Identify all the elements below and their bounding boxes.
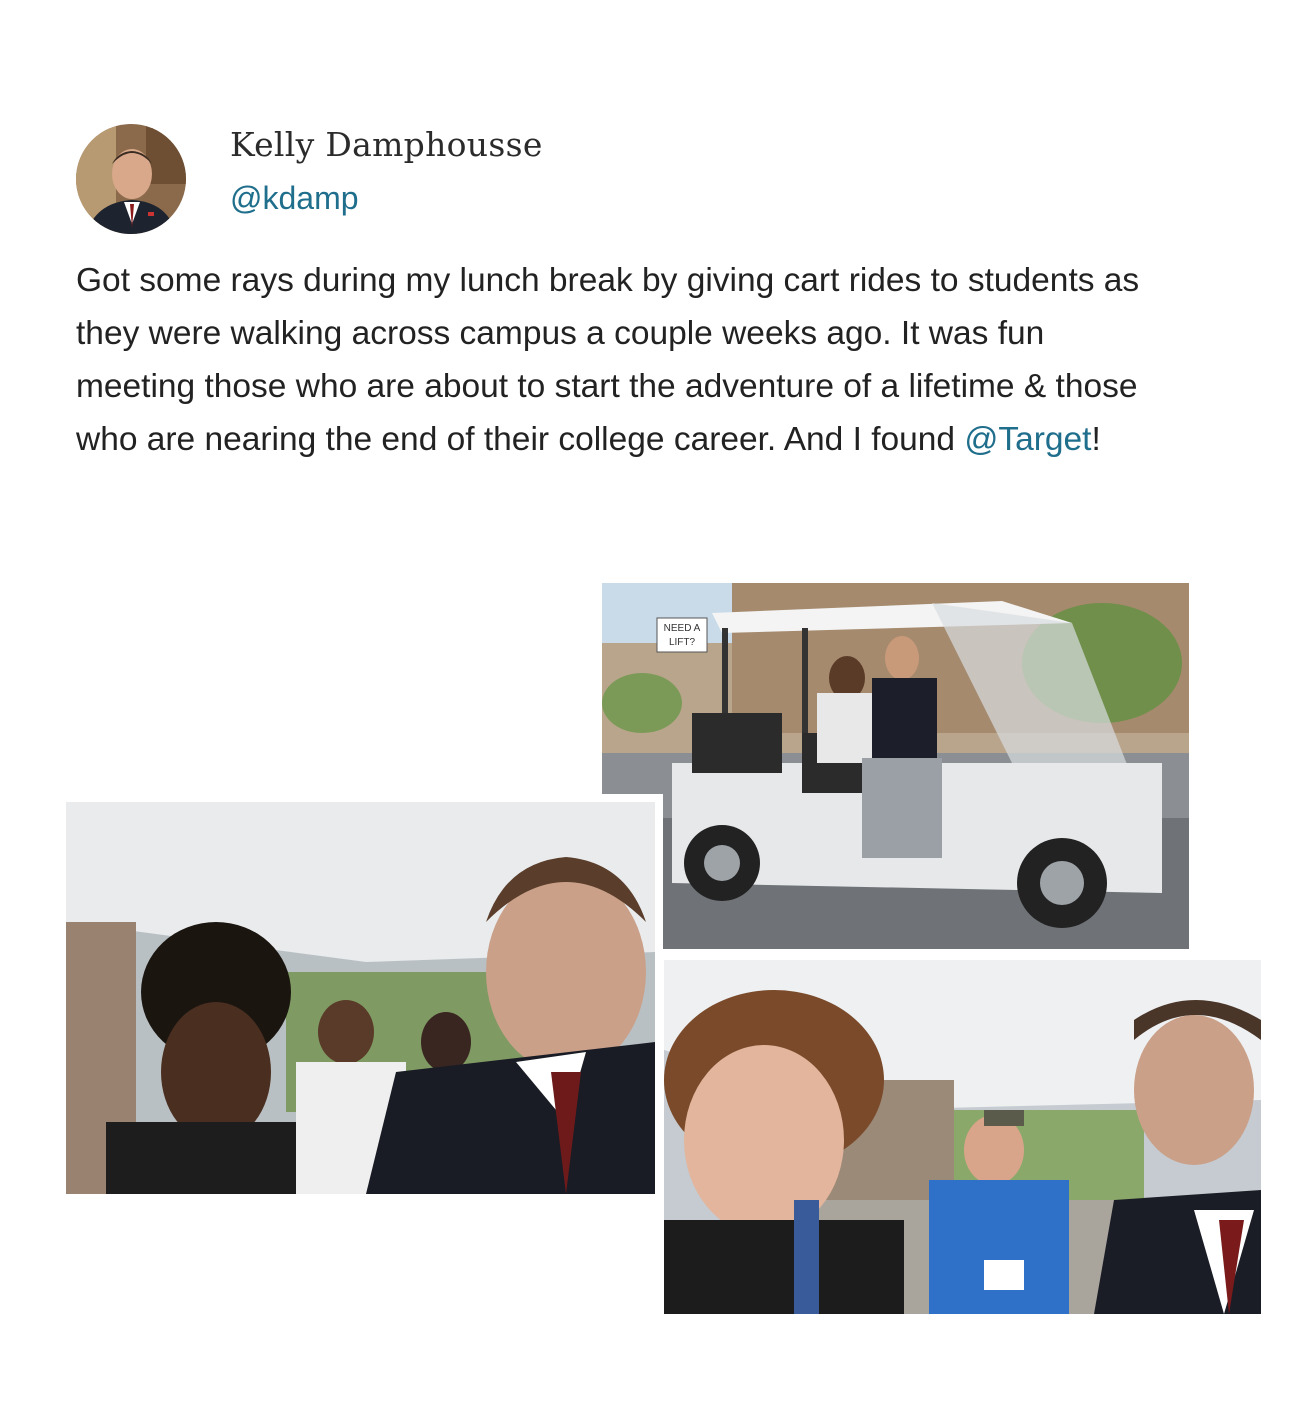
- tweet-text-end: !: [1091, 421, 1101, 458]
- golf-cart-image: NEED A LIFT?: [602, 583, 1189, 949]
- profile-photo-icon: [76, 124, 186, 234]
- author-name[interactable]: Kelly Damphousse: [230, 125, 543, 164]
- cart-sign-line2: LIFT?: [669, 637, 696, 648]
- cart-conversation-photo[interactable]: [656, 952, 1269, 1322]
- author-handle[interactable]: @kdamp: [230, 180, 359, 217]
- cart-students-photo[interactable]: [58, 794, 663, 1202]
- target-mention-link[interactable]: @Target: [964, 421, 1091, 458]
- cart-sign-line1: NEED A: [664, 623, 701, 634]
- conversation-cart-image: [664, 960, 1261, 1314]
- tweet-text: Got some rays during my lunch break by g…: [76, 254, 1156, 466]
- students-cart-image: [66, 802, 655, 1194]
- avatar[interactable]: [76, 124, 186, 234]
- cart-photo[interactable]: NEED A LIFT?: [602, 583, 1189, 949]
